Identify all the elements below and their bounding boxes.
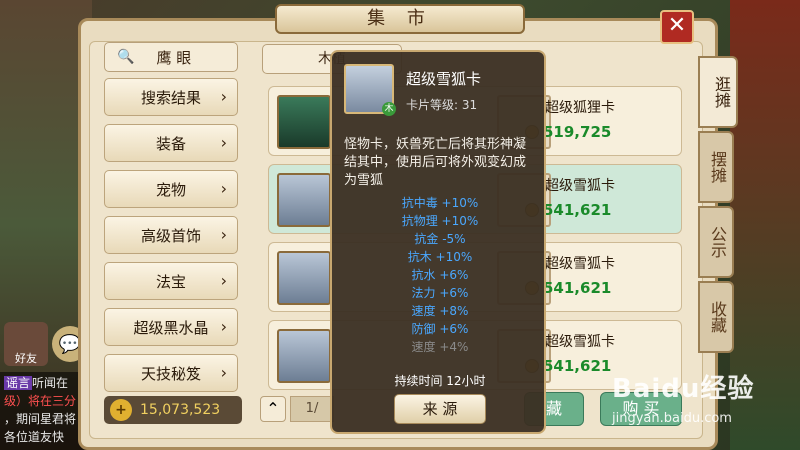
chevron-right-icon: ›: [220, 363, 227, 382]
tab-browse[interactable]: 逛摊: [698, 56, 738, 128]
eagle-eye-search[interactable]: 🔍 鹰 眼: [104, 42, 238, 72]
item-thumbnail: [277, 251, 331, 305]
nav-artifacts[interactable]: 法宝 ›: [104, 262, 238, 300]
chevron-right-icon: ›: [220, 179, 227, 198]
nav-black-crystal[interactable]: 超级黑水晶 ›: [104, 308, 238, 346]
page-indicator: 1/: [290, 396, 334, 422]
chevron-right-icon: ›: [220, 133, 227, 152]
close-button[interactable]: ✕: [660, 10, 694, 44]
window-title: 集 市: [275, 4, 525, 34]
chevron-right-icon: ›: [220, 225, 227, 244]
tab-stall[interactable]: 摆摊: [698, 131, 734, 203]
item-tooltip: 木 超级雪狐卡 卡片等级: 31 怪物卡，妖兽死亡后将其形神凝结其中，使用后可将…: [330, 50, 546, 434]
nav-equipment[interactable]: 装备 ›: [104, 124, 238, 162]
tooltip-description: 怪物卡，妖兽死亡后将其形神凝结其中，使用后可将外观变幻成为雪狐: [344, 137, 527, 188]
side-tabs: 逛摊 摆摊 公示 收藏: [698, 56, 738, 356]
item-thumbnail: [277, 173, 331, 227]
money-display: + 15,073,523: [104, 396, 242, 424]
nav-search-results[interactable]: 搜索结果 ›: [104, 78, 238, 116]
search-icon: 🔍: [117, 49, 135, 65]
element-badge: 木: [382, 102, 396, 116]
chevron-right-icon: ›: [220, 317, 227, 336]
tooltip-duration: 持续时间 12小时: [394, 374, 486, 388]
source-button[interactable]: 来 源: [394, 394, 486, 424]
nav-jewelry[interactable]: 高级首饰 ›: [104, 216, 238, 254]
tooltip-stats: 抗中毒 +10% 抗物理 +10% 抗金 -5% 抗木 +10% 抗水 +6% …: [401, 196, 479, 354]
add-money-icon[interactable]: +: [110, 399, 132, 421]
nav-skill-book[interactable]: 天技秘笈 ›: [104, 354, 238, 392]
item-thumbnail: [277, 95, 331, 149]
nav-pets[interactable]: 宠物 ›: [104, 170, 238, 208]
friend-button[interactable]: 好友: [4, 322, 48, 366]
tab-notice[interactable]: 公示: [698, 206, 734, 278]
rumor-tag: 谣言: [4, 376, 33, 390]
tooltip-item-name: 超级雪狐卡: [406, 70, 482, 88]
chevron-right-icon: ›: [220, 87, 227, 106]
chevron-right-icon: ›: [220, 271, 227, 290]
tab-favorites[interactable]: 收藏: [698, 281, 734, 353]
tooltip-card-level: 卡片等级: 31: [406, 98, 478, 112]
item-thumbnail: [277, 329, 331, 383]
left-nav: 🔍 鹰 眼 搜索结果 › 装备 › 宠物 › 高级首饰 › 法宝 › 超级黑水晶 › 天技秘…: [104, 42, 238, 400]
baidu-watermark: Baidu经验 jingyan.baidu.com: [612, 374, 755, 426]
page-up-button[interactable]: ⌃: [260, 396, 286, 422]
